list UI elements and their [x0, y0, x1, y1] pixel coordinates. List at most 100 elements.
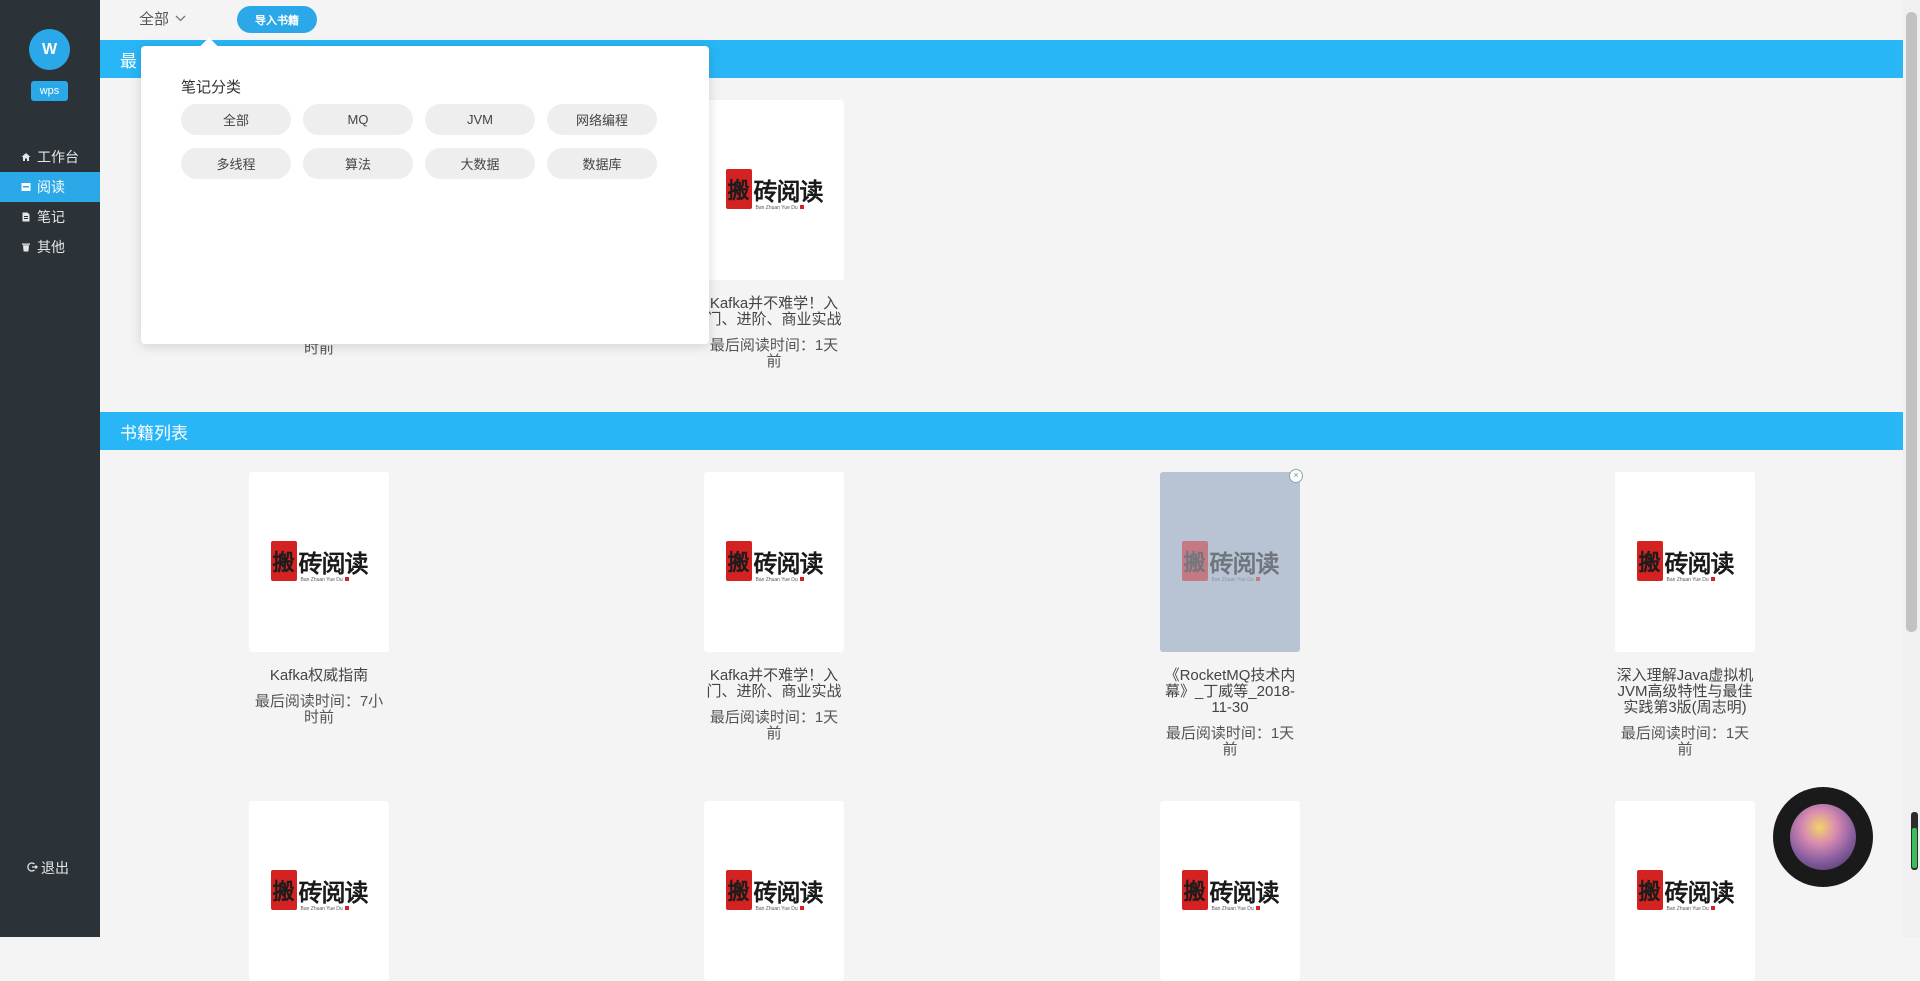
- logo-text: 砖阅读: [753, 877, 824, 907]
- book-cover[interactable]: 搬砖阅读 Ban Zhuan Yue Du: [704, 801, 844, 981]
- logout-icon: [26, 861, 38, 876]
- book-title: 《RocketMQ技术内幕》_丁威等_2018-11-30: [1164, 667, 1296, 716]
- dropdown-title: 笔记分类: [181, 79, 242, 96]
- book-cover[interactable]: 搬砖阅读 Ban Zhuan Yue Du: [704, 472, 844, 652]
- book-card[interactable]: 搬砖阅读 Ban Zhuan Yue Du: [1615, 801, 1755, 981]
- sidebar-item-other[interactable]: 其他: [0, 232, 100, 262]
- brand-logo: 搬砖阅读 Ban Zhuan Yue Du: [1636, 870, 1735, 912]
- logo-subtitle: Ban Zhuan Yue Du: [300, 577, 343, 583]
- logo-seal: 搬: [725, 169, 752, 209]
- category-filter-label: 全部: [139, 11, 170, 28]
- brand-logo: 搬砖阅读 Ban Zhuan Yue Du: [1636, 541, 1735, 583]
- brand-logo: 搬砖阅读 Ban Zhuan Yue Du: [725, 870, 824, 912]
- floating-ball-button[interactable]: [1773, 787, 1873, 887]
- brand-logo: 搬砖阅读 Ban Zhuan Yue Du: [1181, 870, 1280, 912]
- logo-subtitle: Ban Zhuan Yue Du: [755, 577, 798, 583]
- brand-logo: 搬 砖阅读 Ban Zhuan Yue Du: [725, 169, 824, 211]
- sidebar-item-label: 阅读: [37, 179, 65, 195]
- logo-seal: 搬: [270, 870, 297, 910]
- category-chip[interactable]: 网络编程: [547, 104, 657, 135]
- section-title: 书籍列表: [120, 423, 188, 443]
- topbar: 全部 导入书籍: [100, 0, 1920, 40]
- floating-ball-image: [1790, 804, 1856, 870]
- sidebar-item-label: 笔记: [37, 209, 65, 225]
- logout-label: 退出: [41, 860, 69, 876]
- book-cover[interactable]: 搬砖阅读 Ban Zhuan Yue Du: [1615, 801, 1755, 981]
- book-card[interactable]: × 搬砖阅读 Ban Zhuan Yue Du 《RocketMQ技术内幕》_丁…: [1160, 469, 1303, 758]
- category-chip[interactable]: 算法: [303, 148, 413, 179]
- book-cover[interactable]: 搬砖阅读 Ban Zhuan Yue Du: [249, 472, 389, 652]
- logo-text: 砖阅读: [298, 548, 369, 578]
- book-cover[interactable]: 搬砖阅读 Ban Zhuan Yue Du: [1160, 801, 1300, 981]
- category-chip[interactable]: 多线程: [181, 148, 291, 179]
- remove-book-icon[interactable]: ×: [1289, 469, 1303, 483]
- category-chip[interactable]: 大数据: [425, 148, 535, 179]
- sidebar-item-label: 工作台: [37, 149, 79, 165]
- brand-logo: 搬砖阅读 Ban Zhuan Yue Du: [270, 541, 369, 583]
- logo-text: 砖阅读: [1209, 877, 1280, 907]
- section-title: 最: [120, 51, 137, 71]
- brand-logo: 搬砖阅读 Ban Zhuan Yue Du: [1181, 541, 1280, 583]
- logo-seal: 搬: [1181, 541, 1208, 581]
- category-dropdown: 笔记分类 全部 MQ JVM 网络编程 多线程 算法 大数据 数据库: [141, 46, 709, 344]
- book-card[interactable]: 搬砖阅读 Ban Zhuan Yue Du 深入理解Java虚拟机JVM高级特性…: [1615, 472, 1755, 758]
- book-title: Kafka并不难学！入门、进阶、商业实战: [706, 295, 842, 328]
- logo-subtitle: Ban Zhuan Yue Du: [1211, 577, 1254, 583]
- book-card[interactable]: 搬砖阅读 Ban Zhuan Yue Du: [704, 801, 844, 981]
- sidebar-item-notes[interactable]: 笔记: [0, 202, 100, 232]
- logo-subtitle: Ban Zhuan Yue Du: [1666, 906, 1709, 912]
- sidebar-item-label: 其他: [37, 239, 65, 255]
- logo-seal: 搬: [270, 541, 297, 581]
- import-books-button[interactable]: 导入书籍: [237, 6, 317, 33]
- logo-text: 砖阅读: [753, 548, 824, 578]
- logo-subtitle: Ban Zhuan Yue Du: [755, 906, 798, 912]
- book-card[interactable]: 搬砖阅读 Ban Zhuan Yue Du: [1160, 801, 1300, 981]
- category-chip[interactable]: 数据库: [547, 148, 657, 179]
- book-card[interactable]: 搬砖阅读 Ban Zhuan Yue Du Kafka并不难学！入门、进阶、商业…: [704, 472, 844, 742]
- book-time: 最后阅读时间：7小时前: [254, 693, 384, 726]
- logo-seal: 搬: [1636, 870, 1663, 910]
- category-filter[interactable]: 全部: [139, 8, 186, 29]
- book-icon: [19, 182, 33, 192]
- book-cover[interactable]: 搬 砖阅读 Ban Zhuan Yue Du: [704, 100, 844, 280]
- logo-subtitle: Ban Zhuan Yue Du: [1211, 906, 1254, 912]
- book-card[interactable]: 搬砖阅读 Ban Zhuan Yue Du: [249, 801, 389, 981]
- chevron-down-icon: [175, 13, 186, 25]
- logo-text: 砖阅读: [1664, 548, 1735, 578]
- logo-seal: 搬: [1181, 870, 1208, 910]
- book-cover[interactable]: 搬砖阅读 Ban Zhuan Yue Du: [249, 801, 389, 981]
- category-chip[interactable]: MQ: [303, 104, 413, 135]
- scrollbar-thumb[interactable]: [1906, 12, 1917, 632]
- logo-text: 砖阅读: [298, 877, 369, 907]
- side-level-indicator: [1911, 812, 1918, 870]
- book-card[interactable]: 搬砖阅读 Ban Zhuan Yue Du Kafka权威指南 最后阅读时间：7…: [249, 472, 389, 726]
- book-cover[interactable]: × 搬砖阅读 Ban Zhuan Yue Du: [1160, 469, 1303, 652]
- logo-seal: 搬: [1636, 541, 1663, 581]
- category-chip-list: 全部 MQ JVM 网络编程 多线程 算法 大数据 数据库: [181, 104, 671, 192]
- sidebar-item-workbench[interactable]: 工作台: [0, 142, 100, 172]
- note-icon: [19, 212, 33, 222]
- book-cover[interactable]: 搬砖阅读 Ban Zhuan Yue Du: [1615, 472, 1755, 652]
- book-title: Kafka并不难学！入门、进阶、商业实战: [706, 667, 842, 700]
- user-tag: wps: [31, 81, 68, 101]
- brand-logo: 搬砖阅读 Ban Zhuan Yue Du: [725, 541, 824, 583]
- category-chip[interactable]: JVM: [425, 104, 535, 135]
- book-list-header: 书籍列表: [100, 412, 1903, 450]
- book-time: 最后阅读时间：1天前: [1620, 725, 1750, 758]
- book-time: 最后阅读时间：1天前: [709, 337, 839, 370]
- trash-icon: [19, 242, 33, 252]
- home-icon: [19, 152, 33, 162]
- logo-text: 砖阅读: [753, 176, 824, 206]
- sidebar: W wps 工作台 阅读 笔记 其他 退出: [0, 0, 100, 937]
- logo-seal: 搬: [725, 541, 752, 581]
- book-time: 最后阅读时间：1天前: [1165, 725, 1295, 758]
- logo-text: 砖阅读: [1664, 877, 1735, 907]
- category-chip[interactable]: 全部: [181, 104, 291, 135]
- book-title: 深入理解Java虚拟机JVM高级特性与最佳实践第3版(周志明): [1616, 667, 1754, 716]
- sidebar-item-reading[interactable]: 阅读: [0, 172, 100, 202]
- avatar[interactable]: W: [29, 29, 70, 70]
- book-time: 最后阅读时间：1天前: [709, 709, 839, 742]
- book-card[interactable]: 搬 砖阅读 Ban Zhuan Yue Du Kafka并不难学！入门、进阶、商…: [704, 100, 844, 370]
- logo-subtitle: Ban Zhuan Yue Du: [300, 906, 343, 912]
- logout-button[interactable]: 退出: [26, 858, 69, 878]
